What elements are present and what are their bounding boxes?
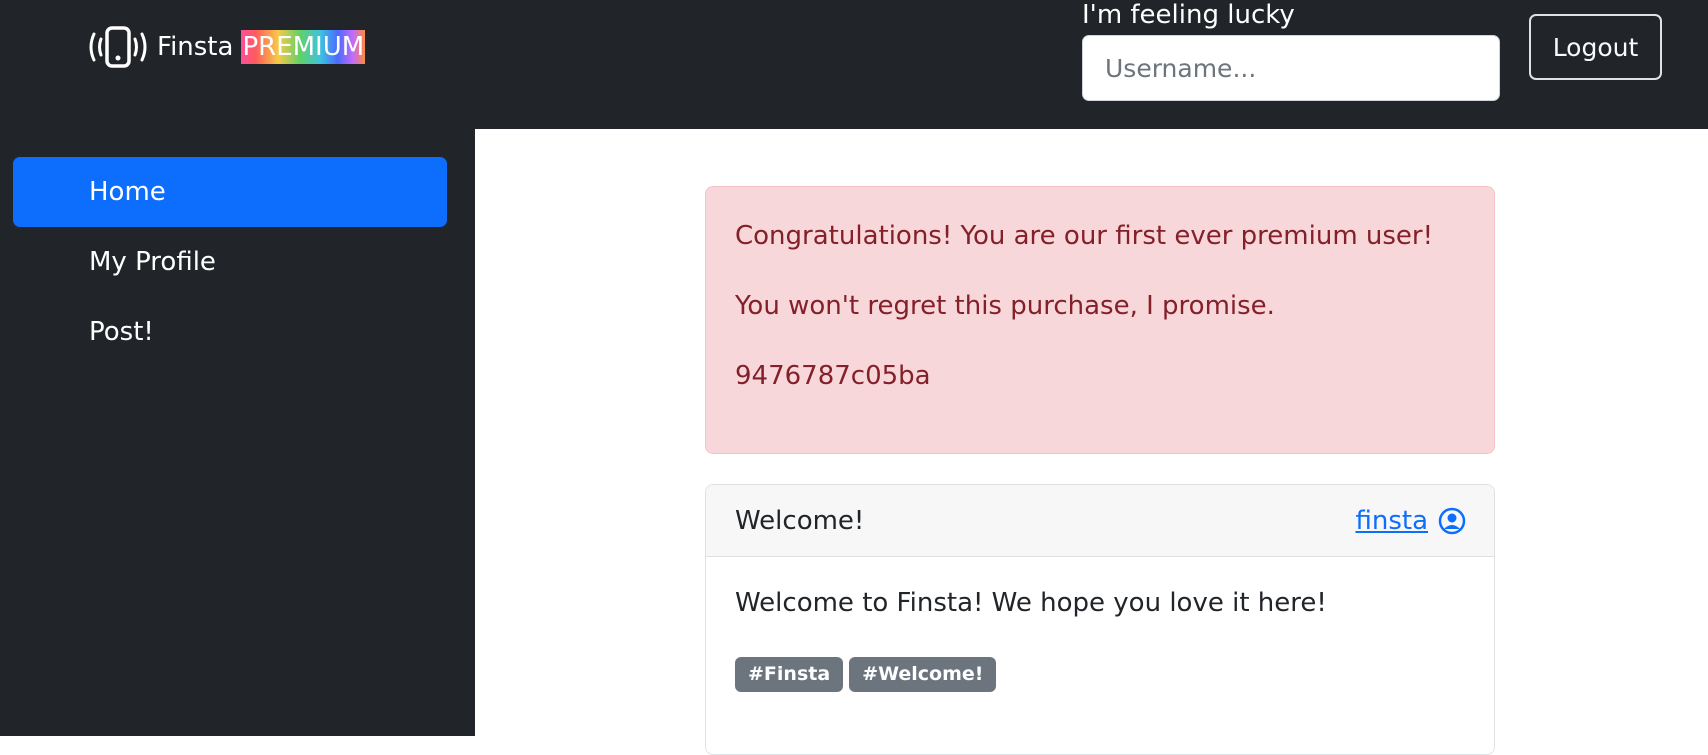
sidebar-item-post[interactable]: Post!	[13, 297, 447, 367]
sidebar-item-home[interactable]: Home	[13, 157, 447, 227]
alert-line-promise: You won't regret this purchase, I promis…	[735, 291, 1275, 321]
post-card-header: Welcome! finsta	[706, 485, 1494, 557]
navbar: Finsta PREMIUM I'm feeling lucky Logout	[0, 0, 1708, 129]
tag-badge[interactable]: #Finsta	[735, 657, 844, 692]
author-link[interactable]: finsta	[1355, 506, 1428, 536]
post-tags: #Finsta #Welcome!	[735, 657, 1465, 692]
alert-line-congrats: Congratulations! You are our first ever …	[735, 221, 1434, 251]
post-body: Welcome to Finsta! We hope you love it h…	[735, 588, 1327, 618]
sidebar-item-my-profile[interactable]: My Profile	[13, 227, 447, 297]
person-circle-icon	[1438, 507, 1466, 534]
post-card-body: Welcome to Finsta! We hope you love it h…	[706, 557, 1494, 692]
main-content: Congratulations! You are our first ever …	[475, 129, 1708, 755]
logout-button[interactable]: Logout	[1529, 14, 1662, 80]
post-author: finsta	[1355, 506, 1466, 536]
lucky-label: I'm feeling lucky	[1082, 0, 1295, 30]
phone-vibrate-icon	[89, 26, 147, 68]
post-card: Welcome! finsta Welcome to Finsta! We ho…	[705, 484, 1495, 755]
alert-line-code: 9476787c05ba	[735, 361, 931, 391]
brand[interactable]: Finsta PREMIUM	[88, 26, 366, 68]
username-search-input[interactable]	[1082, 35, 1500, 101]
tag-badge[interactable]: #Welcome!	[849, 657, 997, 692]
premium-alert: Congratulations! You are our first ever …	[705, 186, 1495, 454]
brand-name: Finsta	[157, 32, 234, 62]
sidebar: Home My Profile Post!	[0, 129, 475, 736]
premium-badge: PREMIUM	[241, 30, 366, 64]
post-title: Welcome!	[735, 505, 865, 536]
